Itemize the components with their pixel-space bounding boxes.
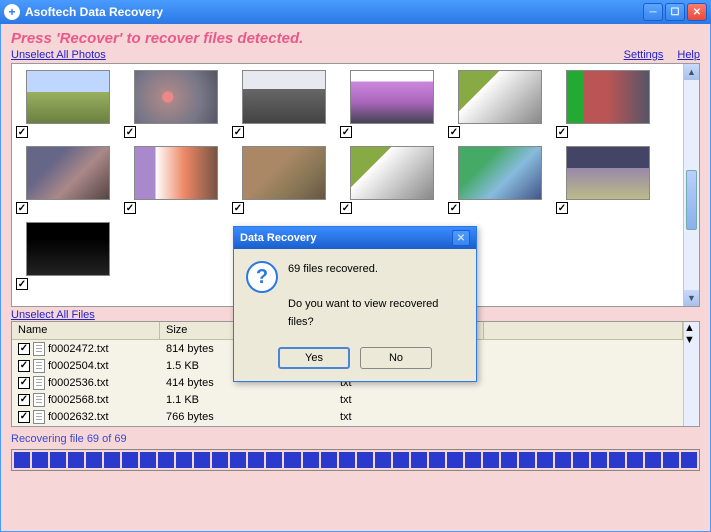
file-name: f0002504.txt xyxy=(48,360,109,372)
thumbnail-checkbox[interactable] xyxy=(16,278,28,290)
minimize-button[interactable]: ─ xyxy=(643,3,663,21)
photos-scrollbar[interactable]: ▲ ▼ xyxy=(683,64,699,306)
settings-link[interactable]: Settings xyxy=(624,49,664,61)
col-name[interactable]: Name xyxy=(12,322,160,339)
photo-thumbnail[interactable] xyxy=(26,222,110,276)
files-scrollbar[interactable]: ▲ ▼ xyxy=(683,322,699,426)
file-name: f0002536.txt xyxy=(48,377,109,389)
question-icon: ? xyxy=(246,261,278,293)
file-size: 766 bytes xyxy=(160,411,334,423)
table-row[interactable]: f0002632.txt 766 bytestxt xyxy=(12,408,683,425)
row-checkbox[interactable] xyxy=(18,394,30,406)
window-title: Asoftech Data Recovery xyxy=(25,5,641,19)
thumbnail-checkbox[interactable] xyxy=(124,126,136,138)
file-icon xyxy=(33,410,45,424)
col-blank xyxy=(484,322,683,339)
thumbnail-checkbox[interactable] xyxy=(16,126,28,138)
thumbnail-checkbox[interactable] xyxy=(232,126,244,138)
photo-thumbnail[interactable] xyxy=(350,146,434,200)
row-checkbox[interactable] xyxy=(18,377,30,389)
scroll-up-icon[interactable]: ▲ xyxy=(684,322,699,334)
row-checkbox[interactable] xyxy=(18,343,30,355)
photo-thumbnail[interactable] xyxy=(134,70,218,124)
dialog-line2: Do you want to view recovered files? xyxy=(288,296,464,331)
file-size: 1.1 KB xyxy=(160,394,334,406)
photo-thumbnail[interactable] xyxy=(566,146,650,200)
row-checkbox[interactable] xyxy=(18,411,30,423)
photo-thumbnail[interactable] xyxy=(242,146,326,200)
dialog-titlebar[interactable]: Data Recovery ✕ xyxy=(234,227,476,249)
photo-thumbnail[interactable] xyxy=(26,70,110,124)
help-link[interactable]: Help xyxy=(677,49,700,61)
dialog-close-button[interactable]: ✕ xyxy=(452,230,470,246)
file-ext: txt xyxy=(334,411,484,423)
file-icon xyxy=(33,376,45,390)
thumbnail-checkbox[interactable] xyxy=(448,202,460,214)
status-text: Recovering file 69 of 69 xyxy=(11,433,700,445)
scroll-up-icon[interactable]: ▲ xyxy=(684,64,699,80)
file-icon xyxy=(33,393,45,407)
photo-thumbnail[interactable] xyxy=(566,70,650,124)
yes-button[interactable]: Yes xyxy=(278,347,350,369)
photo-thumbnail[interactable] xyxy=(350,70,434,124)
thumbnail-checkbox[interactable] xyxy=(448,126,460,138)
thumbnail-checkbox[interactable] xyxy=(124,202,136,214)
progress-bar xyxy=(11,449,700,471)
thumbnail-checkbox[interactable] xyxy=(16,202,28,214)
row-checkbox[interactable] xyxy=(18,360,30,372)
dialog-message: 69 files recovered. Do you want to view … xyxy=(288,261,464,331)
no-button[interactable]: No xyxy=(360,347,432,369)
content-area: Press 'Recover' to recover files detecte… xyxy=(0,24,711,532)
instruction-text: Press 'Recover' to recover files detecte… xyxy=(11,30,700,47)
unselect-all-files-link[interactable]: Unselect All Files xyxy=(11,309,95,321)
thumbnail-checkbox[interactable] xyxy=(556,126,568,138)
app-icon: + xyxy=(4,4,20,20)
photo-thumbnail[interactable] xyxy=(458,70,542,124)
maximize-button[interactable]: ☐ xyxy=(665,3,685,21)
top-link-bar: Unselect All Photos Settings Help xyxy=(11,49,700,61)
dialog-line1: 69 files recovered. xyxy=(288,261,464,279)
thumbnail-checkbox[interactable] xyxy=(232,202,244,214)
photo-thumbnail[interactable] xyxy=(26,146,110,200)
photo-thumbnail[interactable] xyxy=(242,70,326,124)
thumbnail-checkbox[interactable] xyxy=(556,202,568,214)
thumbnail-checkbox[interactable] xyxy=(340,202,352,214)
file-name: f0002632.txt xyxy=(48,411,109,423)
recovery-dialog: Data Recovery ✕ ? 69 files recovered. Do… xyxy=(233,226,477,382)
file-name: f0002472.txt xyxy=(48,343,109,355)
file-icon xyxy=(33,359,45,373)
dialog-title: Data Recovery xyxy=(240,232,452,244)
photo-thumbnail[interactable] xyxy=(458,146,542,200)
photo-thumbnail[interactable] xyxy=(134,146,218,200)
scroll-thumb[interactable] xyxy=(686,170,697,230)
file-name: f0002568.txt xyxy=(48,394,109,406)
unselect-all-photos-link[interactable]: Unselect All Photos xyxy=(11,49,106,61)
scroll-down-icon[interactable]: ▼ xyxy=(684,290,699,306)
table-row[interactable]: f0002568.txt 1.1 KBtxt xyxy=(12,391,683,408)
scroll-down-icon[interactable]: ▼ xyxy=(684,334,699,346)
file-ext: txt xyxy=(334,394,484,406)
file-icon xyxy=(33,342,45,356)
thumbnail-checkbox[interactable] xyxy=(340,126,352,138)
titlebar[interactable]: + Asoftech Data Recovery ─ ☐ ✕ xyxy=(0,0,711,24)
close-button[interactable]: ✕ xyxy=(687,3,707,21)
